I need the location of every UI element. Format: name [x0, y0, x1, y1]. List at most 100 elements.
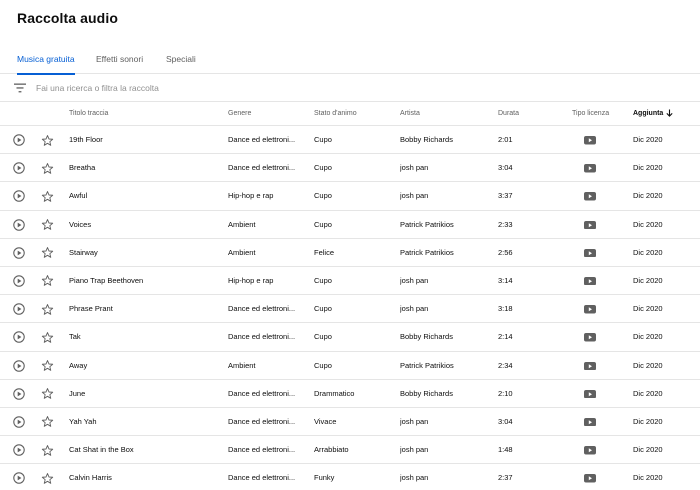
track-artist: Bobby Richards: [400, 135, 453, 144]
star-outline-icon[interactable]: [41, 444, 54, 457]
track-title[interactable]: Piano Trap Beethoven: [69, 267, 219, 295]
track-title[interactable]: Stairway: [69, 239, 219, 267]
table-row[interactable]: June Dance ed elettroni... Drammatico Bobby…: [0, 380, 700, 408]
play-circle-icon[interactable]: [13, 387, 25, 400]
track-added-date: Dic 2020: [633, 247, 663, 257]
tab-free-music[interactable]: Musica gratuita: [17, 44, 75, 75]
star-outline-icon[interactable]: [41, 472, 54, 485]
youtube-icon: [584, 474, 596, 483]
table-row[interactable]: Piano Trap Beethoven Hip-hop e rap Cupo jos…: [0, 267, 700, 296]
star-outline-icon[interactable]: [41, 134, 54, 147]
table-row[interactable]: Awful Hip-hop e rap Cupo josh pan 3:37 Dic 20…: [0, 182, 700, 211]
track-mood: Vivace: [314, 416, 337, 426]
table-row[interactable]: Tak Dance ed elettroni... Cupo Bobby Richar…: [0, 323, 700, 352]
star-outline-icon[interactable]: [41, 387, 54, 400]
table-row[interactable]: Stairway Ambient Felice Patrick Patrikios 2:…: [0, 239, 700, 267]
table-row[interactable]: Cat Shat in the Box Dance ed elettroni...…: [0, 436, 700, 465]
tab-sound-effects[interactable]: Effetti sonori: [96, 44, 143, 74]
play-circle-icon[interactable]: [13, 162, 25, 174]
track-title[interactable]: Yah Yah: [69, 408, 219, 436]
play-circle-icon[interactable]: [13, 359, 25, 372]
track-mood: Cupo: [314, 360, 332, 370]
track-title[interactable]: Voices: [69, 211, 219, 239]
star-outline-icon[interactable]: [41, 359, 54, 372]
track-artist: Bobby Richards: [400, 332, 453, 342]
track-genre: Ambient: [228, 247, 256, 257]
star-outline-icon[interactable]: [41, 303, 54, 316]
filter-input[interactable]: [36, 79, 636, 97]
header-license[interactable]: Tipo licenza: [572, 102, 609, 126]
track-title[interactable]: June: [69, 380, 219, 408]
track-genre: Ambient: [228, 360, 256, 370]
track-genre: Dance ed elettroni...: [228, 135, 296, 144]
track-mood: Drammatico: [314, 388, 355, 398]
track-duration: 2:14: [498, 332, 513, 342]
track-duration: 2:37: [498, 473, 513, 483]
track-duration: 2:56: [498, 247, 513, 257]
track-title[interactable]: Awful: [69, 182, 219, 210]
star-outline-icon[interactable]: [41, 246, 54, 259]
track-title[interactable]: Breatha: [69, 154, 219, 182]
table-row[interactable]: Yah Yah Dance ed elettroni... Vivace josh p…: [0, 408, 700, 437]
track-title[interactable]: Tak: [69, 323, 219, 351]
star-outline-icon[interactable]: [41, 218, 54, 231]
track-title[interactable]: 19th Floor: [69, 126, 219, 154]
track-duration: 3:37: [498, 191, 513, 201]
track-artist: josh pan: [400, 304, 429, 314]
star-outline-icon[interactable]: [41, 331, 54, 344]
track-mood: Cupo: [314, 219, 332, 229]
track-title[interactable]: Phrase Prant: [69, 295, 219, 323]
track-genre: Dance ed elettroni...: [228, 332, 296, 342]
table-row[interactable]: Breatha Dance ed elettroni... Cupo josh pan…: [0, 154, 700, 183]
play-circle-icon[interactable]: [13, 275, 25, 287]
track-added-date: Dic 2020: [633, 304, 663, 314]
table-row[interactable]: Away Ambient Cupo Patrick Patrikios 2:34 Dic …: [0, 352, 700, 380]
header-artist[interactable]: Artista: [400, 102, 420, 126]
star-outline-icon[interactable]: [41, 162, 54, 175]
tab-featured[interactable]: Speciali: [166, 44, 196, 74]
table-row[interactable]: Voices Ambient Cupo Patrick Patrikios 2:33 Di…: [0, 211, 700, 239]
table-row[interactable]: Phrase Prant Dance ed elettroni... Cupo jos…: [0, 295, 700, 324]
track-artist: josh pan: [400, 416, 429, 426]
play-circle-icon[interactable]: [13, 247, 25, 259]
track-added-date: Dic 2020: [633, 360, 663, 370]
tab-bar: Musica gratuita Effetti sonori Speciali: [0, 44, 700, 75]
track-title[interactable]: Cat Shat in the Box: [69, 436, 219, 464]
track-duration: 2:33: [498, 219, 513, 229]
track-duration: 3:04: [498, 163, 513, 173]
star-outline-icon[interactable]: [41, 415, 54, 428]
filter-icon[interactable]: [14, 83, 26, 93]
track-added-date: Dic 2020: [633, 135, 663, 144]
table-row[interactable]: Calvin Harris Dance ed elettroni... Funky j…: [0, 464, 700, 490]
play-circle-icon[interactable]: [13, 331, 25, 344]
header-added[interactable]: Aggiunta: [633, 102, 673, 126]
play-circle-icon[interactable]: [13, 218, 25, 231]
track-artist: Patrick Patrikios: [400, 247, 454, 257]
table-row[interactable]: 19th Floor Dance ed elettroni... Cupo Bobby…: [0, 126, 700, 155]
play-circle-icon[interactable]: [13, 190, 25, 203]
header-genre[interactable]: Genere: [228, 102, 251, 126]
play-circle-icon[interactable]: [13, 134, 25, 146]
header-duration[interactable]: Durata: [498, 102, 519, 126]
track-title[interactable]: Calvin Harris: [69, 464, 219, 490]
header-title[interactable]: Titolo traccia: [69, 102, 108, 126]
youtube-icon: [584, 248, 596, 258]
track-duration: 1:48: [498, 445, 513, 455]
track-genre: Dance ed elettroni...: [228, 416, 296, 426]
track-genre: Ambient: [228, 219, 256, 229]
track-genre: Dance ed elettroni...: [228, 388, 296, 398]
track-artist: josh pan: [400, 445, 429, 455]
track-title[interactable]: Away: [69, 352, 219, 380]
play-circle-icon[interactable]: [13, 472, 25, 484]
track-mood: Cupo: [314, 191, 332, 201]
track-added-date: Dic 2020: [633, 332, 663, 342]
header-mood[interactable]: Stato d'animo: [314, 102, 357, 126]
play-circle-icon[interactable]: [13, 303, 25, 315]
track-duration: 3:18: [498, 304, 513, 314]
play-circle-icon[interactable]: [13, 416, 25, 428]
youtube-icon: [584, 136, 596, 145]
star-outline-icon[interactable]: [41, 274, 54, 287]
star-outline-icon[interactable]: [41, 190, 54, 203]
play-circle-icon[interactable]: [13, 444, 25, 456]
youtube-icon: [584, 276, 596, 286]
